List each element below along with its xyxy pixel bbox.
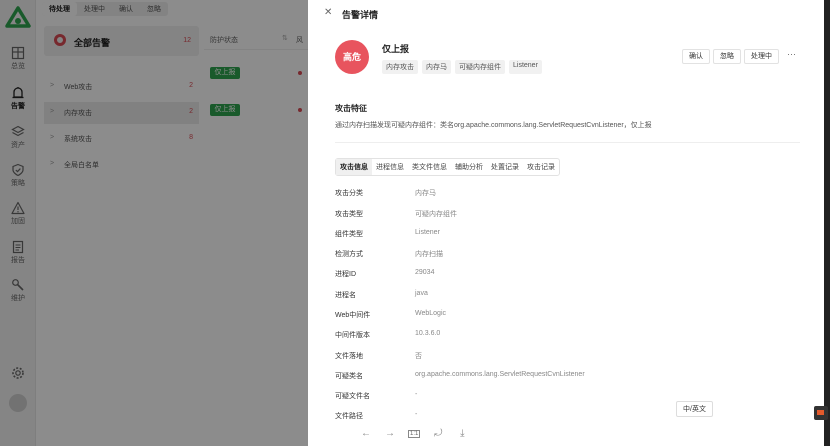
close-icon[interactable]: ✕ — [324, 7, 332, 18]
divider — [335, 142, 800, 143]
modal-overlay[interactable] — [0, 0, 308, 446]
detail-key: 进程ID — [335, 271, 356, 278]
confirm-button[interactable]: 确认 — [682, 49, 710, 64]
tab-attack-records[interactable]: 攻击记录 — [523, 159, 559, 175]
detail-key: 检测方式 — [335, 251, 363, 258]
attack-tag: 可疑内存组件 — [455, 60, 505, 74]
tab-class-file-info[interactable]: 类文件信息 — [408, 159, 451, 175]
detail-value: 内存扫描 — [415, 251, 443, 258]
attack-tag: Listener — [509, 60, 542, 74]
detail-value: 10.3.6.0 — [415, 330, 441, 337]
flag-icon[interactable] — [814, 406, 828, 420]
processing-button[interactable]: 处理中 — [744, 49, 779, 64]
detail-key: 攻击分类 — [335, 190, 363, 197]
tab-process-info[interactable]: 进程信息 — [372, 159, 408, 175]
detail-key: 进程名 — [335, 292, 356, 299]
window-edge — [824, 0, 830, 446]
attack-tags: 内存攻击 内存马 可疑内存组件 Listener — [382, 60, 542, 74]
detail-value: 否 — [415, 353, 422, 360]
detail-value: org.apache.commons.lang.ServletRequestCv… — [415, 371, 585, 378]
ignore-button[interactable]: 忽略 — [713, 49, 741, 64]
detail-value: - — [415, 411, 418, 418]
attack-name: 仅上报 — [382, 44, 410, 54]
image-toolbar: ← → 1:1 ⤾ ⤓ — [360, 428, 468, 439]
rotate-icon[interactable]: ⤾ — [432, 428, 444, 439]
feature-title: 攻击特征 — [335, 104, 367, 113]
detail-key: 攻击类型 — [335, 211, 363, 218]
detail-value: - — [415, 391, 418, 398]
actual-size-button[interactable]: 1:1 — [408, 429, 421, 438]
detail-value: java — [415, 290, 428, 297]
info-tabs: 攻击信息 进程信息 类文件信息 辅助分析 处置记录 攻击记录 — [335, 158, 560, 176]
detail-value: 29034 — [415, 269, 435, 276]
detail-value: WebLogic — [415, 310, 447, 317]
action-buttons: 确认 忽略 处理中 ··· — [682, 49, 801, 64]
detail-key: Web中间件 — [335, 312, 371, 319]
detail-value: 内存马 — [415, 190, 436, 197]
arrow-left-icon[interactable]: ← — [360, 428, 372, 439]
detail-value: 可疑内存组件 — [415, 211, 457, 218]
detail-key: 文件落地 — [335, 353, 363, 360]
detail-key: 可疑文件名 — [335, 393, 370, 400]
tab-attack-info[interactable]: 攻击信息 — [336, 159, 372, 175]
attack-tag: 内存马 — [422, 60, 451, 74]
detail-value: Listener — [415, 229, 440, 236]
language-toggle-button[interactable]: 中/英文 — [676, 401, 713, 417]
more-icon[interactable]: ··· — [782, 49, 801, 64]
arrow-right-icon[interactable]: → — [384, 428, 396, 439]
detail-key: 中间件版本 — [335, 332, 370, 339]
tab-assist-analysis[interactable]: 辅助分析 — [451, 159, 487, 175]
alarm-detail-drawer: ✕ 告警详情 高危 仅上报 内存攻击 内存马 可疑内存组件 Listener 确… — [308, 0, 824, 446]
detail-key: 文件路径 — [335, 413, 363, 420]
detail-key: 组件类型 — [335, 231, 363, 238]
detail-key: 可疑类名 — [335, 373, 363, 380]
attack-tag: 内存攻击 — [382, 60, 418, 74]
severity-badge: 高危 — [335, 40, 369, 74]
feature-description: 通过内存扫描发现可疑内存组件：类名org.apache.commons.lang… — [335, 122, 652, 129]
drawer-title: 告警详情 — [342, 10, 379, 20]
tab-disposal-records[interactable]: 处置记录 — [487, 159, 523, 175]
download-icon[interactable]: ⤓ — [456, 428, 468, 439]
